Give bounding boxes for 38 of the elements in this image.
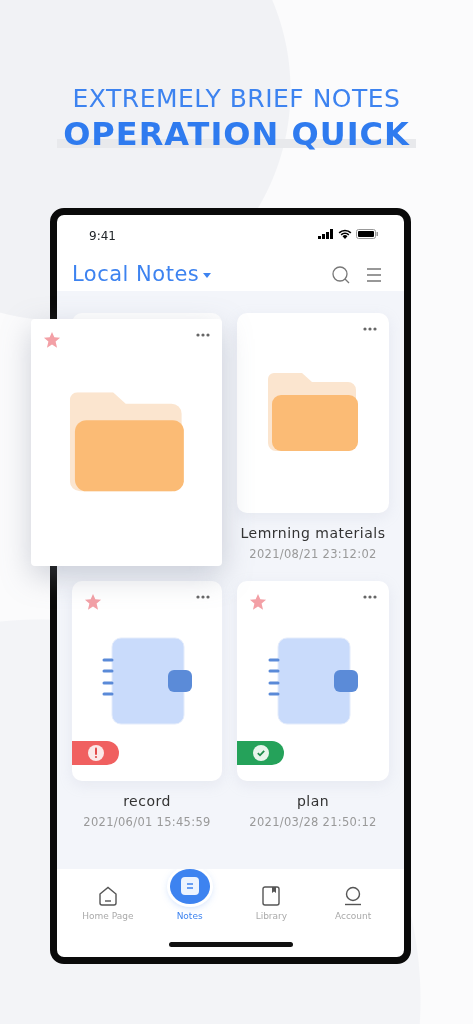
notebook-icon — [102, 636, 192, 727]
search-icon[interactable] — [332, 266, 350, 284]
folder-icon — [69, 391, 184, 494]
note-date: 2021/08/21 23:12:02 — [248, 546, 378, 563]
note-title: Lemrning materials — [239, 524, 387, 543]
wifi-icon — [338, 229, 352, 239]
notebook-icon — [268, 636, 358, 727]
note-card[interactable] — [72, 581, 222, 782]
more-icon[interactable] — [363, 327, 377, 331]
star-icon[interactable] — [84, 593, 102, 612]
menu-icon[interactable] — [366, 268, 382, 282]
more-icon[interactable] — [196, 595, 210, 600]
tab-button[interactable]: Home Page — [67, 869, 149, 931]
caret-icon[interactable] — [203, 272, 212, 278]
home-icon — [97, 885, 118, 906]
star-icon[interactable] — [43, 331, 61, 349]
tab-button[interactable]: Account — [312, 869, 394, 931]
signal-icon — [318, 229, 334, 239]
note-date: 2021/03/28 21:50:12 — [248, 814, 378, 832]
star-icon[interactable] — [249, 593, 267, 612]
note-title: plan — [295, 792, 331, 812]
battery-icon — [356, 229, 378, 239]
tab-button[interactable]: Notes — [148, 869, 231, 931]
page-title[interactable]: Local Notes — [72, 259, 200, 291]
note-date: 2021/06/01 15:45:59 — [82, 814, 212, 832]
book-icon — [261, 885, 282, 906]
check-icon — [252, 745, 269, 762]
folder-icon — [268, 373, 358, 453]
person-icon — [343, 885, 364, 906]
note-card[interactable] — [237, 581, 389, 782]
headline: EXTREMELY BRIEF NOTES — [71, 84, 402, 114]
more-icon[interactable] — [196, 333, 210, 337]
more-icon[interactable] — [363, 595, 377, 600]
note-icon — [180, 877, 199, 896]
note-title: record — [122, 792, 172, 812]
status-time: 9:41 — [89, 228, 116, 245]
tab-button[interactable]: Library — [230, 869, 313, 931]
warning-icon — [87, 745, 104, 762]
